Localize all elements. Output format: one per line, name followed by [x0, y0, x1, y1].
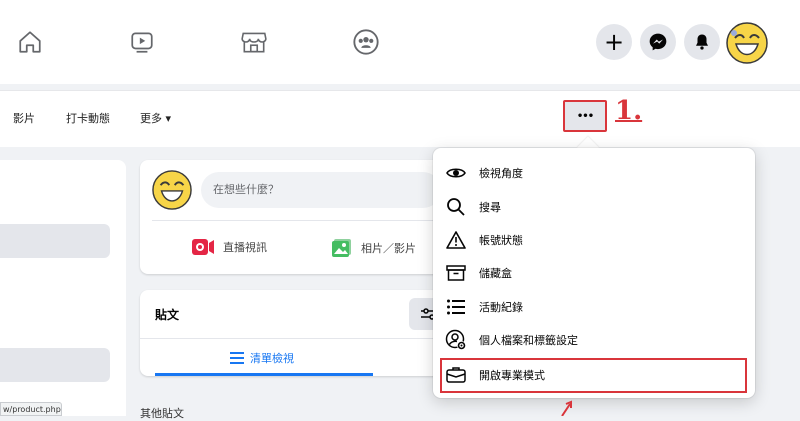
- tab-checkins[interactable]: 打卡動態: [66, 110, 110, 126]
- warning-icon: [443, 227, 469, 253]
- annotation-highlight-box: [440, 358, 747, 393]
- bell-icon: [696, 34, 708, 50]
- composer-input[interactable]: 在想些什麼？: [201, 172, 441, 208]
- composer-avatar[interactable]: [152, 170, 192, 210]
- notifications-button[interactable]: [684, 24, 720, 60]
- avatar[interactable]: [726, 22, 768, 64]
- posts-title: 貼文: [155, 308, 180, 322]
- menu-item-label: 儲藏盒: [479, 267, 512, 280]
- menu-item-search[interactable]: 搜尋: [443, 192, 743, 222]
- menu-item-label: 活動紀錄: [479, 301, 523, 314]
- eye-icon: [443, 160, 469, 186]
- plus-icon: +: [603, 28, 625, 56]
- live-video-button[interactable]: 直播視訊: [191, 238, 267, 256]
- live-video-label: 直播視訊: [223, 241, 267, 254]
- annotation-arrow-icon: [558, 400, 578, 417]
- menu-item-label: 帳號狀態: [479, 234, 523, 247]
- tab-videos[interactable]: 影片: [13, 110, 35, 126]
- intro-card: [0, 160, 126, 416]
- intro-placeholder-bar: [0, 348, 110, 382]
- intro-placeholder-bar: [0, 224, 110, 258]
- list-icon: [230, 352, 244, 364]
- menu-item-activity-log[interactable]: 活動紀錄: [443, 292, 743, 322]
- groups-icon[interactable]: [350, 26, 382, 58]
- more-dots-icon: •••: [576, 110, 594, 122]
- marketplace-icon[interactable]: [238, 26, 270, 58]
- watch-icon[interactable]: [126, 26, 158, 58]
- photo-icon: [332, 239, 351, 257]
- messenger-icon: [649, 33, 667, 51]
- profile-tabs-bar: [0, 90, 800, 147]
- step-annotation: 1.: [615, 96, 643, 126]
- menu-item-account-status[interactable]: 帳號狀態: [443, 225, 743, 255]
- activity-list-icon: [443, 294, 469, 320]
- menu-item-profile-settings[interactable]: 個人檔案和標籤設定: [443, 325, 743, 355]
- menu-item-archive[interactable]: 儲藏盒: [443, 258, 743, 288]
- menu-item-label: 搜尋: [479, 201, 501, 214]
- search-icon: [443, 194, 469, 220]
- other-posts-heading: 其他貼文: [140, 407, 184, 420]
- profile-settings-icon: [443, 327, 469, 353]
- archive-icon: [443, 260, 469, 286]
- photo-video-label: 相片／影片: [361, 242, 416, 255]
- menu-item-label: 檢視角度: [479, 167, 523, 180]
- divider: [140, 338, 475, 339]
- more-options-button[interactable]: •••: [563, 100, 607, 132]
- active-tab-indicator: [155, 373, 373, 376]
- tab-list-view[interactable]: 清單檢視: [230, 350, 294, 366]
- list-view-label: 清單檢視: [250, 352, 294, 365]
- home-icon[interactable]: [14, 26, 46, 58]
- photo-video-button[interactable]: 相片／影片: [331, 238, 416, 258]
- messenger-button[interactable]: [640, 24, 676, 60]
- create-button[interactable]: +: [596, 24, 632, 60]
- divider: [152, 220, 462, 221]
- status-url-bar: w/product.php: [0, 402, 62, 416]
- tab-more[interactable]: 更多 ▾: [140, 110, 171, 126]
- menu-item-view-as[interactable]: 檢視角度: [443, 158, 743, 188]
- menu-item-label: 個人檔案和標籤設定: [479, 334, 578, 347]
- top-navigation-bar: +: [0, 0, 800, 84]
- live-video-icon: [192, 239, 214, 255]
